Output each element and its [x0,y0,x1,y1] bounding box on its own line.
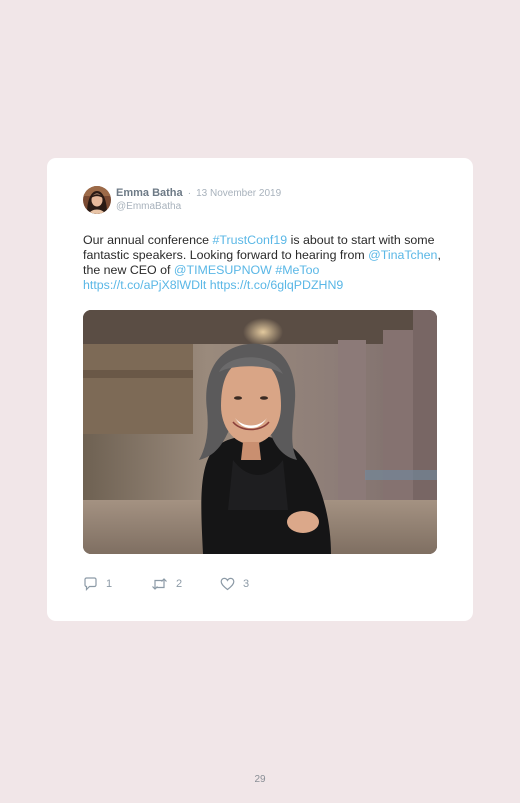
author-handle[interactable]: @EmmaBatha [116,201,181,212]
url-link[interactable]: https://t.co/aPjX8lWDlt [83,278,206,292]
hashtag-link[interactable]: #MeToo [275,263,319,277]
tweet-card: Emma Batha · 13 November 2019 @EmmaBatha… [47,158,473,621]
person-photo-image [83,310,437,554]
separator-dot: · [187,188,192,199]
url-link[interactable]: https://t.co/6glqPDZHN9 [210,278,344,292]
hashtag-link[interactable]: #TrustConf19 [213,233,288,247]
like-action[interactable]: 3 [220,576,249,592]
mention-link[interactable]: @TinaTchen [368,248,437,262]
avatar[interactable] [83,186,111,214]
tweet-date[interactable]: 13 November 2019 [196,188,281,199]
page-number: 29 [254,774,266,785]
tweet-author-line: Emma Batha · 13 November 2019 [116,187,281,199]
retweet-icon [152,578,167,590]
retweet-action[interactable]: 2 [151,576,182,592]
tweet-actions: 1 2 3 [83,576,383,592]
reply-count: 1 [106,578,113,590]
heart-icon [220,577,235,591]
retweet-count: 2 [176,578,183,590]
mention-link[interactable]: @TIMESUPNOW [174,263,272,277]
reply-action[interactable]: 1 [83,576,112,592]
tweet-photo[interactable] [83,310,437,554]
avatar-image [83,186,111,214]
tweet-text-segment: Our annual conference [83,233,213,247]
like-count: 3 [243,578,250,590]
author-name[interactable]: Emma Batha [116,187,183,199]
reply-icon [84,577,97,591]
tweet-text: Our annual conference #TrustConf19 is ab… [83,233,443,293]
